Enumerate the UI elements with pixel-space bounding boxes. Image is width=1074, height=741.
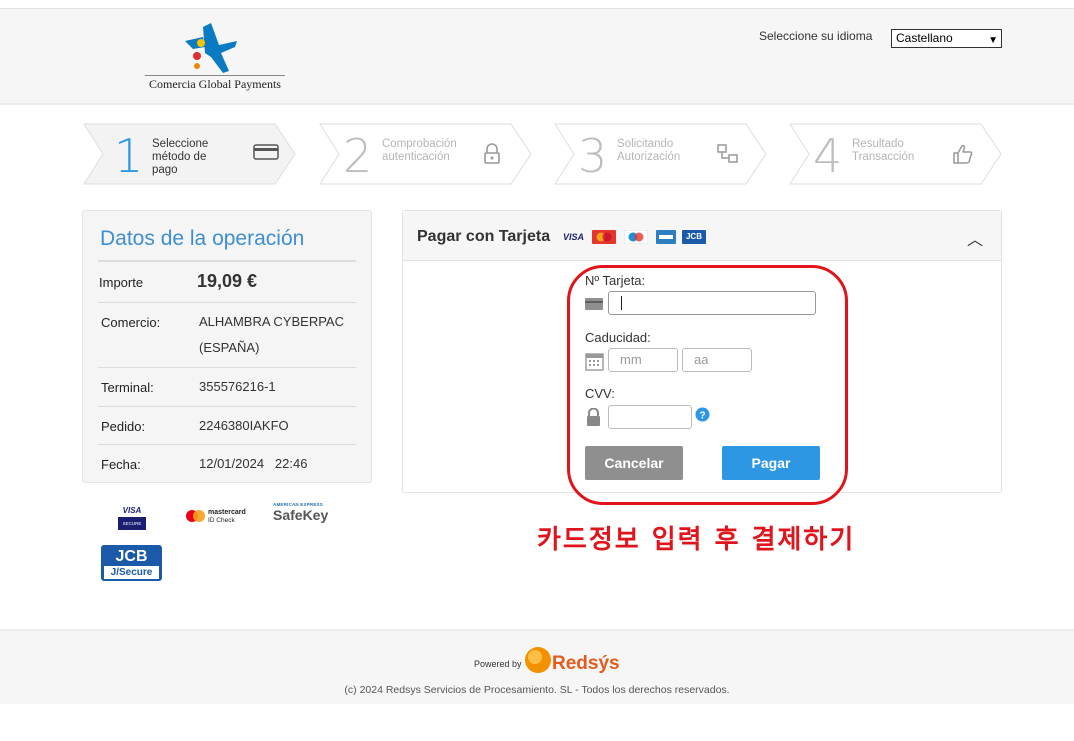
step-3-line2: Autorización [617,151,681,163]
terminal-value: 355576216-1 [199,379,276,394]
maestro-card-icon [624,230,648,244]
terminal-label: Terminal: [101,380,154,395]
card-payment-header[interactable]: Pagar con Tarjeta VISA JCB ︿ [403,211,1001,261]
order-row: Pedido: 2246380IAKFO [98,407,356,445]
jcb-top: JCB [115,548,148,565]
terminal-row: Terminal: 355576216-1 [98,368,356,407]
jcb-jsecure-logo: JCB J/Secure [101,545,162,581]
visa-secure-top: VISA [122,506,142,515]
language-select[interactable]: Castellano ▼ [891,29,1002,48]
title-divider [98,260,356,262]
step-4-label: Resultado Transacción [852,138,914,164]
step-2-label: Comprobación autenticación [382,138,457,164]
amex-bottom: SafeKey [273,507,329,523]
mastercard-card-icon [592,230,616,244]
jcb-card-logo: JCB [682,230,706,244]
page-header: Comercia Global Payments Seleccione su i… [0,9,1074,105]
copyright-text: (c) 2024 Redsys Servicios de Procesamien… [344,684,730,696]
security-brands: VISA SECURE mastercard ID Check AMERICAN… [82,500,372,590]
step-1-label: Seleccione método de pago [152,138,208,177]
caixabank-logo: Comercia Global Payments [145,23,285,93]
step-2-line2: autenticación [382,151,450,163]
mastercard-circles-icon [186,510,205,522]
redsys-logo-icon [525,647,551,673]
chevron-down-icon: ▼ [988,35,998,46]
step-4-line1: Resultado [852,138,904,150]
card-payment-title: Pagar con Tarjeta [417,228,551,245]
step-1-number: 1 [114,129,144,183]
date-label: Fecha: [101,457,141,472]
network-icon [717,144,738,163]
language-selected-value: Castellano [896,31,953,45]
collapse-caret-icon[interactable]: ︿ [967,226,983,250]
merchant-label: Comercio: [101,315,161,330]
amount-value: 19,09 € [197,271,258,291]
page-footer: Powered by Redsýs (c) 2024 Redsys Servic… [0,629,1074,704]
date-value: 12/01/2024 22:46 [199,456,308,471]
logo-text: Comercia Global Payments [145,75,285,92]
step-4-line2: Transacción [852,151,915,163]
step-4-number: 4 [813,129,843,183]
step-3-number: 3 [578,129,608,183]
merchant-row: Comercio: ALHAMBRA CYBERPAC (ESPAÑA) [98,303,356,368]
visa-card-logo: VISA [563,232,585,242]
mastercard-top: mastercard [208,509,246,516]
progress-steps: 1 Seleccione método de pago 2 Comprobaci… [83,123,1003,185]
annotation-text: 카드정보 입력 후 결제하기 [537,525,856,555]
step-1-line2: método de pago [152,151,207,176]
visa-secure-logo: VISA SECURE [118,506,146,530]
operation-details-panel: Datos de la operación Importe 19,09 € Co… [82,210,372,483]
order-label: Pedido: [101,419,146,434]
highlight-annotation-ring [567,265,848,505]
amex-safekey-logo: AMERICAN EXPRESS SafeKey [273,502,343,523]
step-3-line1: Solicitando [617,138,674,150]
redsys-brand: Redsýs [552,653,620,674]
thumbs-up-icon [953,145,973,164]
mastercard-bottom: ID Check [208,517,235,524]
star-logo-icon [185,23,237,73]
amount-label: Importe [99,275,144,290]
amount-row: Importe 19,09 € [98,263,356,303]
visa-secure-bottom: SECURE [118,517,146,530]
step-3-label: Solicitando Autorización [617,138,680,164]
credit-card-icon [253,144,279,160]
order-value: 2246380IAKFO [199,418,289,433]
operation-title: Datos de la operación [100,227,305,250]
step-1-line1: Seleccione [152,138,209,150]
language-label: Seleccione su idioma [759,29,873,43]
jcb-bottom: J/Secure [104,566,159,579]
powered-by-label: Powered by [474,659,522,669]
date-row: Fecha: 12/01/2024 22:46 [98,445,356,483]
merchant-value: ALHAMBRA CYBERPAC (ESPAÑA) [199,314,344,355]
step-2-line1: Comprobación [382,138,457,150]
amex-card-icon [656,230,676,244]
mastercard-id-check-logo: mastercard ID Check [186,508,256,528]
step-2-number: 2 [343,129,373,183]
lock-icon [484,143,500,164]
